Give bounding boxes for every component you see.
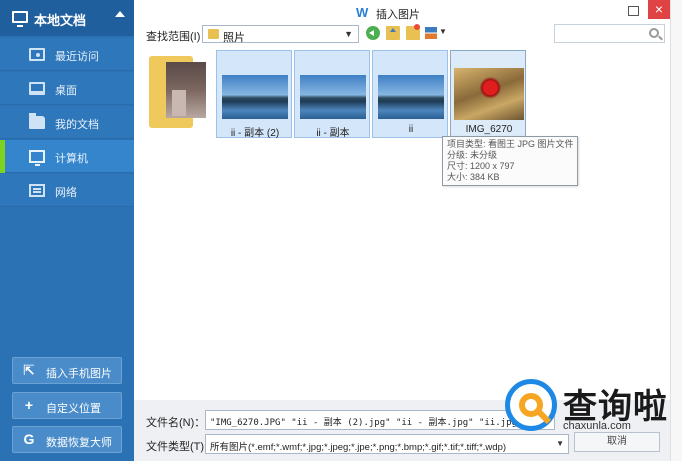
file-thumbnail[interactable]: ii - 副本 <box>294 50 370 139</box>
file-thumbnail[interactable]: IMG_6270 <box>450 50 526 138</box>
landscape-image <box>378 75 444 119</box>
sidebar-item-label: 桌面 <box>55 85 77 97</box>
landscape-image <box>300 75 366 119</box>
filename-input[interactable]: "IMG_6270.JPG" "ii - 副本 (2).jpg" "ii - 副… <box>205 410 555 430</box>
search-input[interactable] <box>554 24 665 43</box>
phone-import-icon: ⇱ <box>23 362 35 378</box>
restore-button[interactable] <box>624 4 642 18</box>
data-recovery-button[interactable]: G 数据恢复大师 <box>12 426 122 453</box>
look-in-value: 照片 <box>223 32 245 44</box>
file-name-label: ii - 副本 <box>316 128 350 139</box>
landscape-image <box>222 75 288 119</box>
sidebar-header[interactable]: 本地文档 <box>0 0 134 36</box>
sidebar-item-label: 最近访问 <box>55 51 99 63</box>
button-label: 插入手机图片 <box>46 368 112 380</box>
blurred-region <box>172 90 186 116</box>
sidebar-item-documents[interactable]: 我的文档 <box>0 106 134 139</box>
network-icon <box>29 184 45 197</box>
insert-phone-image-button[interactable]: ⇱ 插入手机图片 <box>12 357 122 384</box>
watermark-url: chaxunla.com <box>563 420 631 432</box>
documents-icon <box>29 113 45 129</box>
monitor-icon <box>12 11 28 27</box>
back-button[interactable] <box>366 26 380 40</box>
tooltip-type: 项目类型: 看图王 JPG 图片文件 <box>447 139 574 149</box>
tooltip-file-size: 大小: 384 KB <box>447 172 500 182</box>
folder-icon <box>208 29 219 39</box>
folder-item[interactable] <box>146 50 208 134</box>
plus-icon: + <box>24 397 34 413</box>
sidebar-title: 本地文档 <box>34 13 87 28</box>
computer-icon <box>29 150 45 166</box>
look-in-select[interactable]: 照片 ▼ <box>202 25 359 44</box>
watermark: 查询啦 chaxunla.com <box>505 375 675 437</box>
file-thumbnail[interactable]: ii - 副本 (2) <box>216 50 292 139</box>
desktop-icon <box>29 82 45 95</box>
sidebar-item-label: 我的文档 <box>55 119 99 131</box>
custom-location-button[interactable]: + 自定义位置 <box>12 392 122 419</box>
button-label: 自定义位置 <box>46 403 101 415</box>
sidebar-item-label: 网络 <box>55 187 77 199</box>
dialog-title: 插入图片 <box>376 9 420 21</box>
file-info-tooltip: 项目类型: 看图王 JPG 图片文件 分级: 未分级 尺寸: 1200 x 79… <box>442 136 578 186</box>
wps-logo-icon: W <box>356 5 369 20</box>
tooltip-rating: 分级: 未分级 <box>447 150 498 160</box>
search-icon[interactable] <box>649 28 659 38</box>
chevron-down-icon: ▼ <box>556 439 564 448</box>
recovery-icon: G <box>23 431 35 447</box>
recent-icon <box>29 48 45 61</box>
filename-label: 文件名(N)： <box>146 417 206 429</box>
file-name-label: ii <box>408 124 414 135</box>
file-name-label: IMG_6270 <box>465 124 513 135</box>
sidebar-item-network[interactable]: 网络 <box>0 174 134 207</box>
view-mode-button[interactable] <box>425 27 437 39</box>
chevron-down-icon[interactable]: ▼ <box>439 27 447 36</box>
sidebar: 本地文档 最近访问 桌面 我的文档 计算机 网络 ⇱ 插入手机图片 + 自定义位… <box>0 0 134 461</box>
file-name-label: ii - 副本 (2) <box>230 128 280 139</box>
filetype-value: 所有图片(*.emf;*.wmf;*.jpg;*.jpeg;*.jpe;*.pn… <box>210 442 507 453</box>
title-bar: W 插入图片 × <box>134 0 670 24</box>
tooltip-dimensions: 尺寸: 1200 x 797 <box>447 161 515 171</box>
chevron-down-icon: ▼ <box>344 29 353 39</box>
new-folder-button[interactable] <box>406 24 420 40</box>
filetype-select[interactable]: 所有图片(*.emf;*.wmf;*.jpg;*.jpeg;*.jpe;*.pn… <box>205 434 569 454</box>
chaxunla-logo-icon <box>505 379 557 431</box>
close-button[interactable]: × <box>648 0 670 19</box>
collapse-arrow-icon[interactable] <box>115 11 125 17</box>
up-folder-button[interactable] <box>386 26 400 40</box>
file-thumbnail[interactable]: ii <box>372 50 448 138</box>
button-label: 数据恢复大师 <box>46 437 112 449</box>
sidebar-item-label: 计算机 <box>55 153 88 165</box>
file-list[interactable]: ii - 副本 (2) ii - 副本 ii IMG_6270 <box>134 48 670 398</box>
sidebar-item-computer[interactable]: 计算机 <box>0 140 134 173</box>
rose-image <box>454 68 524 120</box>
sidebar-item-recent[interactable]: 最近访问 <box>0 38 134 71</box>
sidebar-item-desktop[interactable]: 桌面 <box>0 72 134 105</box>
